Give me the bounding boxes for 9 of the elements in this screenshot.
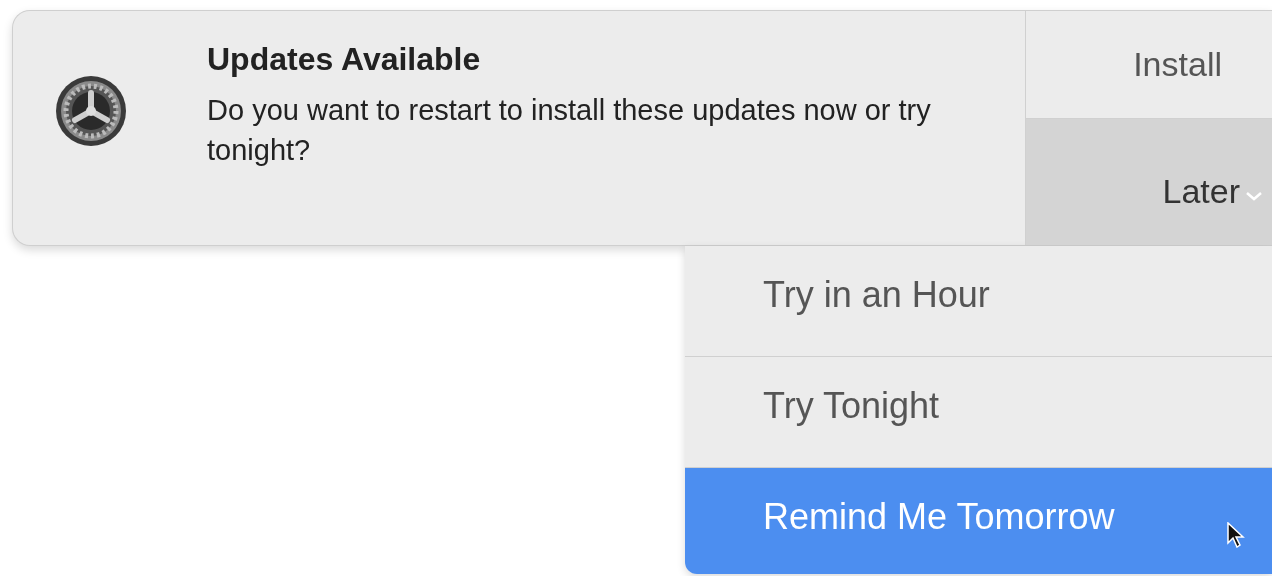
gear-icon <box>55 75 127 147</box>
notification-title: Updates Available <box>207 41 482 78</box>
menu-button[interactable]: Later <box>1026 117 1272 245</box>
notification-message: Do you want to restart to install these updates now or try tonight? <box>207 93 932 168</box>
menu-item[interactable]: Remind Me Tomorrow <box>685 468 1272 574</box>
chevron-icon <box>1244 189 1264 202</box>
menu-item[interactable]: Try in an Hour <box>685 246 1272 357</box>
action-button[interactable]: Install <box>1026 11 1272 118</box>
cursor-icon <box>1227 522 1245 548</box>
